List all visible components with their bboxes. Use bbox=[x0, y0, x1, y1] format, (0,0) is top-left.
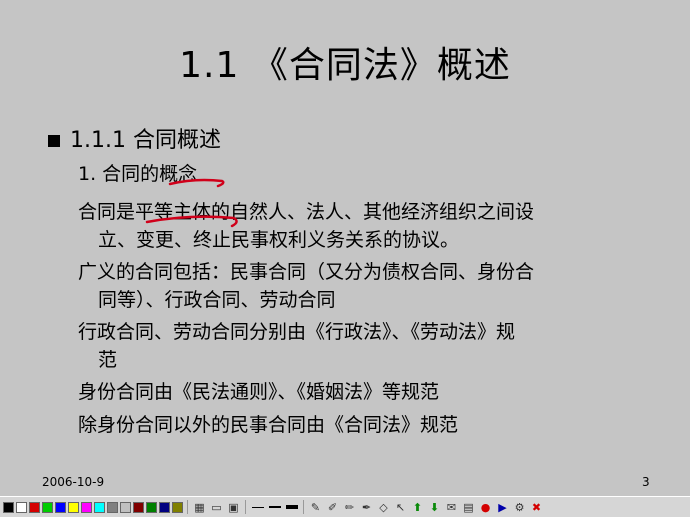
toolbar-separator bbox=[303, 500, 304, 514]
toolbar-separator bbox=[187, 500, 188, 514]
highlighter-icon[interactable]: ✐ bbox=[325, 500, 340, 515]
color-swatch[interactable] bbox=[146, 501, 157, 513]
play-icon[interactable]: ▶ bbox=[495, 500, 510, 515]
arrow-down-icon[interactable]: ⬇ bbox=[427, 500, 442, 515]
toolbar-separator bbox=[245, 500, 246, 514]
paragraph-1-line-1: 合同是平等主体的自然人、法人、其他经济组织之间设 bbox=[78, 198, 534, 226]
mail-icon[interactable]: ✉ bbox=[444, 500, 459, 515]
p1-rest: 的自然人、法人、其他经济组织之间设 bbox=[211, 201, 535, 223]
section-heading-text: 1.1.1 合同概述 bbox=[70, 128, 221, 153]
p1-prefix: 合同是 bbox=[78, 201, 136, 223]
color-swatch[interactable] bbox=[81, 501, 92, 513]
record-icon[interactable]: ● bbox=[478, 500, 493, 515]
screen-icon[interactable]: ▣ bbox=[226, 500, 241, 515]
section-heading: 1.1.1 合同概述 bbox=[48, 124, 221, 158]
pen-icon[interactable]: ✎ bbox=[308, 500, 323, 515]
slide-page-number: 3 bbox=[642, 475, 650, 489]
color-swatch[interactable] bbox=[133, 501, 144, 513]
paragraph-5: 除身份合同以外的民事合同由《合同法》规范 bbox=[78, 414, 459, 436]
color-swatch[interactable] bbox=[55, 501, 66, 513]
palette-icon[interactable]: ▦ bbox=[192, 500, 207, 515]
color-swatch[interactable] bbox=[107, 501, 118, 513]
item1-highlight: 概念 bbox=[159, 163, 198, 185]
thin-line-icon[interactable] bbox=[250, 500, 265, 515]
color-swatch[interactable] bbox=[68, 501, 79, 513]
paragraph-2-line-2: 同等）、行政合同、劳动合同 bbox=[98, 289, 336, 311]
paragraph-4: 身份合同由《民法通则》、《婚姻法》等规范 bbox=[78, 381, 440, 403]
thick-line-icon[interactable] bbox=[284, 500, 299, 515]
paragraph-1-line-2: 立、变更、终止民事权利义务关系的协议。 bbox=[98, 229, 460, 251]
p1-highlight: 平等主体 bbox=[135, 201, 212, 223]
list-item: 1. 合同的概念 bbox=[78, 160, 197, 188]
slide: 1.1 《合同法》概述 1.1.1 合同概述 1. 合同的概念 合同是平等主体的… bbox=[0, 0, 690, 496]
color-swatch[interactable] bbox=[120, 501, 131, 513]
monitor-icon[interactable]: ▭ bbox=[209, 500, 224, 515]
eraser-icon[interactable]: ◇ bbox=[376, 500, 391, 515]
medium-line-icon[interactable] bbox=[267, 500, 282, 515]
color-swatch[interactable] bbox=[29, 501, 40, 513]
paragraph-2-line-1: 广义的合同包括：民事合同（又分为债权合同、身份合 bbox=[78, 261, 535, 283]
annotation-toolbar: ▦ ▭ ▣ ✎ ✐ ✏ ✒ ◇ ↖ ⬆ ⬇ ✉ ▤ ● ▶ ⚙ ✖ bbox=[0, 496, 690, 517]
slide-title: 1.1 《合同法》概述 bbox=[179, 45, 511, 86]
color-swatch[interactable] bbox=[42, 501, 53, 513]
paragraph-3-line-2: 范 bbox=[98, 349, 118, 371]
arrow-up-icon[interactable]: ⬆ bbox=[410, 500, 425, 515]
save-icon[interactable]: ▤ bbox=[461, 500, 476, 515]
color-swatch[interactable] bbox=[16, 501, 27, 513]
pointer-icon[interactable]: ↖ bbox=[393, 500, 408, 515]
color-swatch[interactable] bbox=[3, 501, 14, 513]
marker-icon[interactable]: ✒ bbox=[359, 500, 374, 515]
color-swatch[interactable] bbox=[159, 501, 170, 513]
settings-icon[interactable]: ⚙ bbox=[512, 500, 527, 515]
color-palette bbox=[3, 501, 183, 513]
paragraph-3-line-1: 行政合同、劳动合同分别由《行政法》、《劳动法》规 bbox=[78, 321, 516, 343]
item1-prefix: 1. 合同的 bbox=[78, 163, 160, 185]
color-swatch[interactable] bbox=[94, 501, 105, 513]
brush-icon[interactable]: ✏ bbox=[342, 500, 357, 515]
color-swatch[interactable] bbox=[172, 501, 183, 513]
square-bullet-icon bbox=[48, 135, 60, 147]
exit-icon[interactable]: ✖ bbox=[529, 500, 544, 515]
slide-date: 2006-10-9 bbox=[42, 475, 105, 489]
